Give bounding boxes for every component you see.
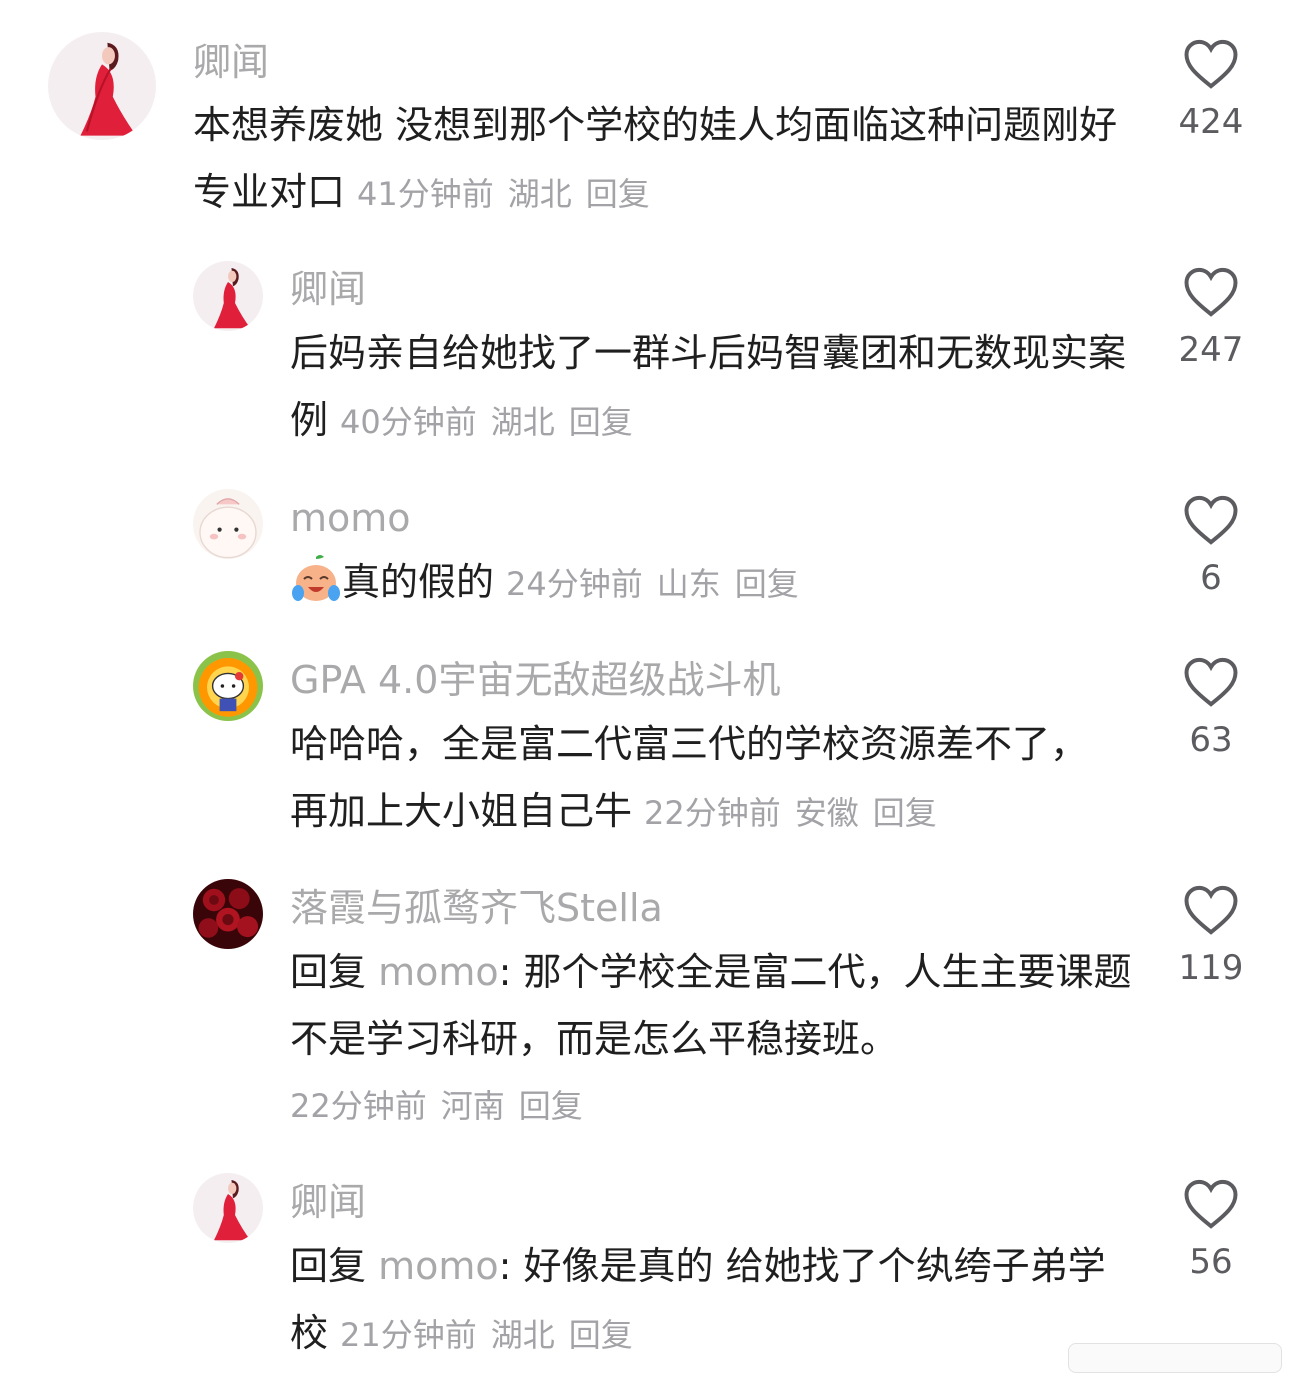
avatar[interactable] bbox=[193, 651, 263, 721]
like-count: 63 bbox=[1189, 720, 1233, 760]
cartoon-peach-avatar-icon bbox=[193, 489, 263, 559]
comment-meta: 41分钟前 湖北 回复 bbox=[357, 175, 664, 213]
watermark-box bbox=[1068, 1343, 1282, 1373]
comment-body: 后妈亲自给她找了一群斗后妈智囊团和无数现实案例 40分钟前 湖北 回复 bbox=[290, 320, 1140, 456]
comment-meta: 40分钟前 湖北 回复 bbox=[340, 403, 647, 441]
comment-time: 40分钟前 bbox=[340, 403, 477, 441]
comment-author[interactable]: GPA 4.0宇宙无敌超级战斗机 bbox=[290, 658, 780, 702]
avatar[interactable] bbox=[193, 489, 263, 559]
reply-button[interactable]: 回复 bbox=[569, 403, 633, 441]
reply-to-user[interactable]: momo bbox=[378, 950, 499, 994]
like-group: 6 bbox=[1156, 494, 1266, 598]
heart-icon[interactable] bbox=[1183, 266, 1239, 318]
comment-time: 21分钟前 bbox=[340, 1316, 477, 1354]
comment-author[interactable]: 落霞与孤鹜齐飞Stella bbox=[290, 886, 663, 930]
comment-author[interactable]: 卿闻 bbox=[193, 40, 269, 84]
comment-body: 哈哈哈，全是富二代富三代的学校资源差不了，再加上大小姐自己牛 22分钟前 安徽 回复 bbox=[290, 711, 1100, 847]
red-dress-girl-avatar-icon bbox=[193, 261, 263, 331]
avatar[interactable] bbox=[193, 261, 263, 331]
reply-button[interactable]: 回复 bbox=[519, 1087, 583, 1125]
red-dress-girl-avatar-icon bbox=[48, 32, 156, 140]
red-dress-girl-avatar-icon bbox=[193, 1173, 263, 1243]
comment-region: 湖北 bbox=[490, 1316, 555, 1354]
comment-time: 22分钟前 bbox=[644, 794, 781, 832]
avatar[interactable] bbox=[193, 879, 263, 949]
heart-icon[interactable] bbox=[1183, 494, 1239, 546]
comment-time: 24分钟前 bbox=[506, 565, 643, 603]
comment-time: 22分钟前 bbox=[290, 1087, 427, 1125]
comment-author[interactable]: 卿闻 bbox=[290, 267, 366, 311]
like-count: 247 bbox=[1178, 330, 1244, 370]
comment-meta: 22分钟前 安徽 回复 bbox=[644, 794, 951, 832]
comment-region: 山东 bbox=[656, 565, 721, 603]
like-group: 247 bbox=[1156, 266, 1266, 370]
comment-region: 安徽 bbox=[794, 794, 859, 832]
comment-body: 真的假的 24分钟前 山东 回复 bbox=[290, 549, 1140, 618]
like-group: 119 bbox=[1156, 884, 1266, 988]
comment-meta: 21分钟前 湖北 回复 bbox=[340, 1316, 647, 1354]
reply-prefix: 回复 momo bbox=[290, 1244, 499, 1288]
like-group: 63 bbox=[1156, 656, 1266, 760]
avatar[interactable] bbox=[193, 1173, 263, 1243]
comment-time: 41分钟前 bbox=[357, 175, 494, 213]
comment-region: 湖北 bbox=[490, 403, 555, 441]
comment-meta: 22分钟前 河南 回复 bbox=[290, 1073, 1140, 1140]
comment-text: 真的假的 bbox=[342, 560, 495, 604]
like-count: 6 bbox=[1200, 558, 1222, 598]
like-count: 119 bbox=[1178, 948, 1244, 988]
comment-region: 湖北 bbox=[507, 175, 572, 213]
comment-author[interactable]: momo bbox=[290, 496, 411, 540]
like-group: 424 bbox=[1156, 38, 1266, 142]
like-group: 56 bbox=[1156, 1178, 1266, 1282]
reply-button[interactable]: 回复 bbox=[569, 1316, 633, 1354]
comment-body: 回复 momo: 那个学校全是富二代，人生主要课题不是学习科研，而是怎么平稳接班… bbox=[290, 939, 1140, 1140]
red-roses-avatar-icon bbox=[193, 879, 263, 949]
heart-icon[interactable] bbox=[1183, 656, 1239, 708]
comment-body: 本想养废她 没想到那个学校的娃人均面临这种问题刚好专业对口 41分钟前 湖北 回复 bbox=[193, 92, 1138, 228]
like-count: 56 bbox=[1189, 1242, 1233, 1282]
reply-label: 回复 bbox=[290, 950, 367, 994]
avatar[interactable] bbox=[48, 32, 156, 140]
reply-to-user[interactable]: momo bbox=[378, 1244, 499, 1288]
reply-label: 回复 bbox=[290, 1244, 367, 1288]
comment-region: 河南 bbox=[440, 1087, 505, 1125]
comment-body: 回复 momo: 好像是真的 给她找了个纨绔子弟学校 21分钟前 湖北 回复 bbox=[290, 1233, 1140, 1369]
heart-icon[interactable] bbox=[1183, 38, 1239, 90]
heart-icon[interactable] bbox=[1183, 884, 1239, 936]
reply-prefix: 回复 momo bbox=[290, 950, 499, 994]
comment-meta: 24分钟前 山东 回复 bbox=[506, 565, 813, 603]
like-count: 424 bbox=[1178, 102, 1244, 142]
heart-icon[interactable] bbox=[1183, 1178, 1239, 1230]
reply-button[interactable]: 回复 bbox=[586, 175, 650, 213]
comment-author[interactable]: 卿闻 bbox=[290, 1180, 366, 1224]
hello-kitty-explosion-avatar-icon bbox=[193, 651, 263, 721]
crying-laughing-emoji-icon bbox=[292, 555, 340, 601]
reply-button[interactable]: 回复 bbox=[873, 794, 937, 832]
reply-button[interactable]: 回复 bbox=[735, 565, 799, 603]
